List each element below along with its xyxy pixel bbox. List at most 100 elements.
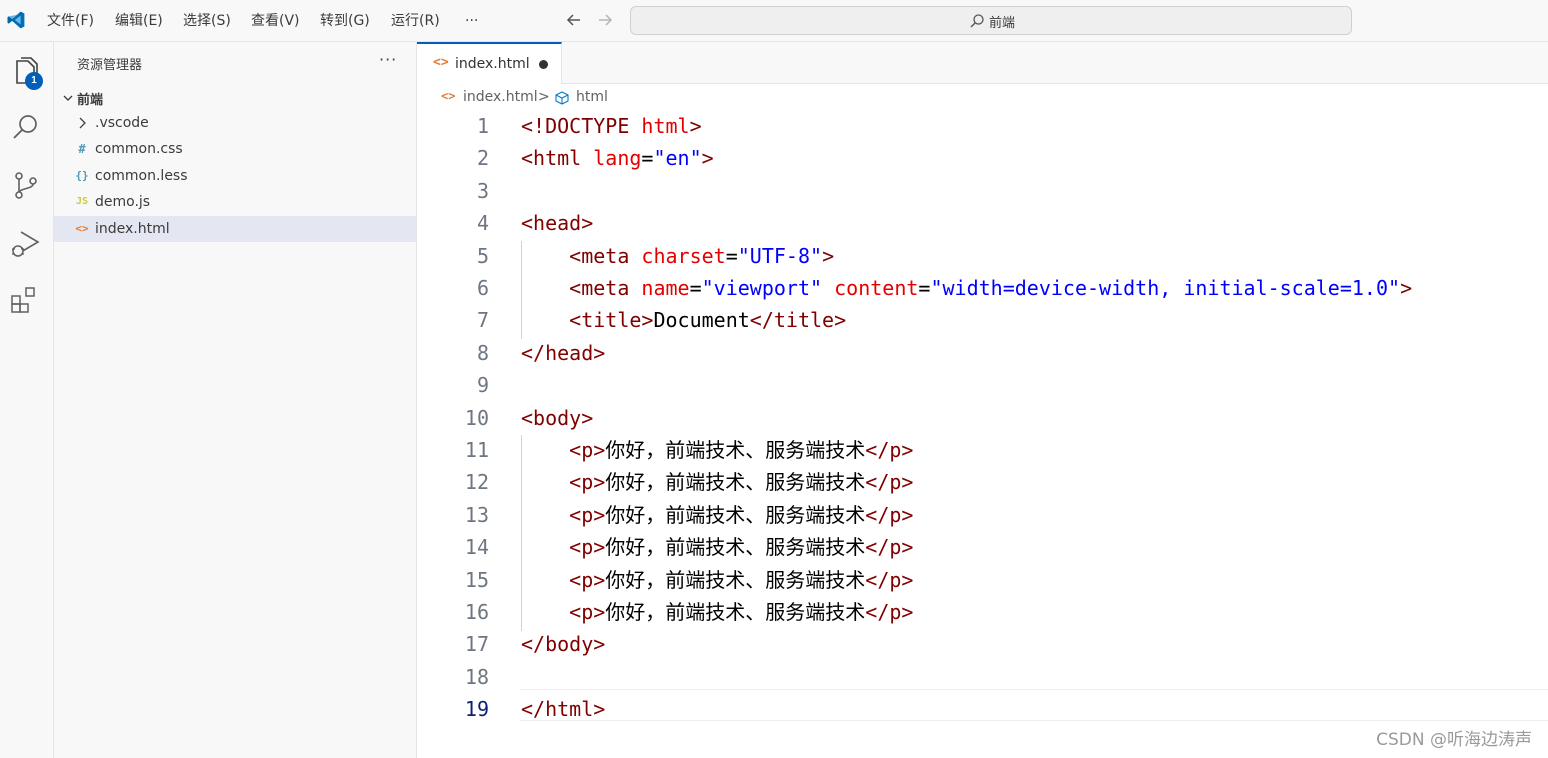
code-line[interactable]: 6 <meta name="viewport" content="width=d…: [417, 272, 1548, 304]
command-center-text: 前端: [989, 16, 1016, 31]
menu-more[interactable]: ···: [465, 12, 478, 30]
line-number: 14: [464, 535, 489, 560]
code-line[interactable]: 14 <p>你好，前端技术、服务端技术</p>: [417, 531, 1548, 563]
menu-go[interactable]: 转到(G): [320, 12, 370, 30]
line-number: 7: [476, 308, 489, 333]
code-line[interactable]: 13 <p>你好，前端技术、服务端技术</p>: [417, 499, 1548, 531]
line-text: <p>你好，前端技术、服务端技术</p>: [569, 567, 914, 592]
explorer-icon[interactable]: 1: [9, 54, 43, 90]
menu-selection[interactable]: 选择(S): [183, 12, 231, 30]
watermark: CSDN @听海边涛声: [1376, 730, 1532, 750]
tab-index-html[interactable]: <> index.html: [417, 42, 562, 84]
title-bar: 文件(F) 编辑(E) 选择(S) 查看(V) 转到(G) 运行(R) ··· …: [0, 0, 1548, 42]
chevron-down-icon: [61, 90, 75, 104]
code-line[interactable]: 5 <meta charset="UTF-8">: [417, 240, 1548, 272]
code-editor[interactable]: 1 <!DOCTYPE html> 2 <html lang="en"> 3 4 <head…: [417, 110, 1548, 758]
code-line[interactable]: 9: [417, 369, 1548, 401]
tree-item-demo-js[interactable]: JS demo.js: [54, 189, 416, 215]
line-number: 3: [476, 178, 489, 203]
code-line[interactable]: 18: [417, 661, 1548, 693]
tree-item-common-css[interactable]: # common.css: [54, 136, 416, 162]
line-number: 18: [464, 664, 489, 689]
line-text: <body>: [521, 405, 594, 430]
html-file-icon: <>: [441, 89, 456, 103]
menu-run[interactable]: 运行(R): [391, 12, 440, 30]
menu-edit[interactable]: 编辑(E): [115, 12, 163, 30]
explorer-badge: 1: [25, 72, 43, 90]
source-control-icon[interactable]: [9, 168, 43, 202]
line-text: <!DOCTYPE html>: [521, 114, 702, 138]
editor-area: <> index.html <> index.html > html 1 <!DO…: [417, 42, 1548, 758]
tab-label: index.html: [455, 56, 530, 72]
line-number: 15: [464, 567, 489, 592]
code-line[interactable]: 4 <head>: [417, 207, 1548, 239]
tree-item-common-less[interactable]: {} common.less: [54, 163, 416, 189]
menu-file[interactable]: 文件(F): [47, 12, 94, 30]
line-number: 8: [476, 340, 489, 365]
line-number: 16: [464, 600, 489, 624]
line-text: <p>你好，前端技术、服务端技术</p>: [569, 502, 914, 527]
js-file-icon: JS: [75, 196, 89, 207]
explorer-sidebar: 资源管理器 ··· 前端 .vscode # common.css {} com…: [54, 42, 417, 758]
code-line[interactable]: 7 <title>Document</title>: [417, 304, 1548, 336]
line-number: 19: [464, 697, 489, 722]
line-number: 11: [464, 438, 489, 462]
command-center-search[interactable]: 前端: [630, 6, 1352, 35]
line-number: 12: [464, 470, 489, 495]
html-file-icon: <>: [75, 222, 89, 235]
search-icon: [969, 13, 985, 29]
sidebar-title: 资源管理器: [77, 58, 143, 73]
tree-item-vscode[interactable]: .vscode: [54, 110, 416, 136]
less-file-icon: {}: [75, 169, 89, 182]
breadcrumb-separator: >: [538, 89, 550, 105]
code-line[interactable]: 3: [417, 175, 1548, 207]
menu-view[interactable]: 查看(V): [251, 12, 300, 30]
code-line[interactable]: 1 <!DOCTYPE html>: [417, 110, 1548, 142]
breadcrumb-element[interactable]: html: [576, 89, 608, 105]
code-line[interactable]: 16 <p>你好，前端技术、服务端技术</p>: [417, 596, 1548, 628]
tree-item-index-html[interactable]: <> index.html: [54, 216, 416, 242]
line-number: 10: [464, 405, 489, 430]
code-line[interactable]: 11 <p>你好，前端技术、服务端技术</p>: [417, 434, 1548, 466]
line-number: 9: [476, 373, 489, 398]
vscode-logo-icon: [6, 10, 26, 30]
line-text: <head>: [521, 211, 594, 236]
line-text: <meta charset="UTF-8">: [569, 243, 835, 268]
line-text: <title>Document</title>: [569, 308, 847, 333]
folder-header[interactable]: 前端: [54, 86, 416, 108]
code-line[interactable]: 12 <p>你好，前端技术、服务端技术</p>: [417, 466, 1548, 498]
tree-item-label: common.css: [95, 141, 183, 157]
line-number: 5: [476, 243, 489, 268]
code-line[interactable]: 19 </html>: [417, 693, 1548, 725]
line-text: <p>你好，前端技术、服务端技术</p>: [569, 438, 914, 462]
line-number: 6: [476, 276, 489, 300]
tree-item-label: .vscode: [95, 115, 149, 131]
extensions-icon[interactable]: [9, 284, 43, 318]
line-text: <p>你好，前端技术、服务端技术</p>: [569, 470, 914, 495]
code-line[interactable]: 8 </head>: [417, 337, 1548, 369]
breadcrumb-file[interactable]: index.html: [463, 89, 538, 105]
activity-bar: 1: [0, 42, 54, 758]
unsaved-dot-icon[interactable]: [539, 60, 548, 69]
breadcrumb: <> index.html > html: [417, 84, 1548, 110]
search-icon[interactable]: [9, 110, 43, 144]
line-text: <p>你好，前端技术、服务端技术</p>: [569, 535, 914, 560]
css-file-icon: #: [78, 142, 86, 156]
tree-item-label: common.less: [95, 168, 188, 184]
line-text: <p>你好，前端技术、服务端技术</p>: [569, 600, 914, 624]
line-number: 2: [476, 146, 489, 171]
code-line[interactable]: 15 <p>你好，前端技术、服务端技术</p>: [417, 564, 1548, 596]
code-line[interactable]: 10 <body>: [417, 402, 1548, 434]
html-file-icon: <>: [433, 55, 449, 70]
arrow-right-icon[interactable]: [595, 10, 615, 30]
line-text: </head>: [521, 340, 606, 365]
tree-item-label: demo.js: [95, 194, 151, 210]
arrow-left-icon[interactable]: [564, 10, 584, 30]
line-number: 17: [464, 632, 489, 657]
run-debug-icon[interactable]: [9, 226, 43, 260]
code-line[interactable]: 2 <html lang="en">: [417, 142, 1548, 174]
line-text: <html lang="en">: [521, 146, 714, 171]
sidebar-more-button[interactable]: ···: [379, 50, 397, 69]
folder-name: 前端: [77, 93, 104, 108]
code-line[interactable]: 17 </body>: [417, 628, 1548, 660]
